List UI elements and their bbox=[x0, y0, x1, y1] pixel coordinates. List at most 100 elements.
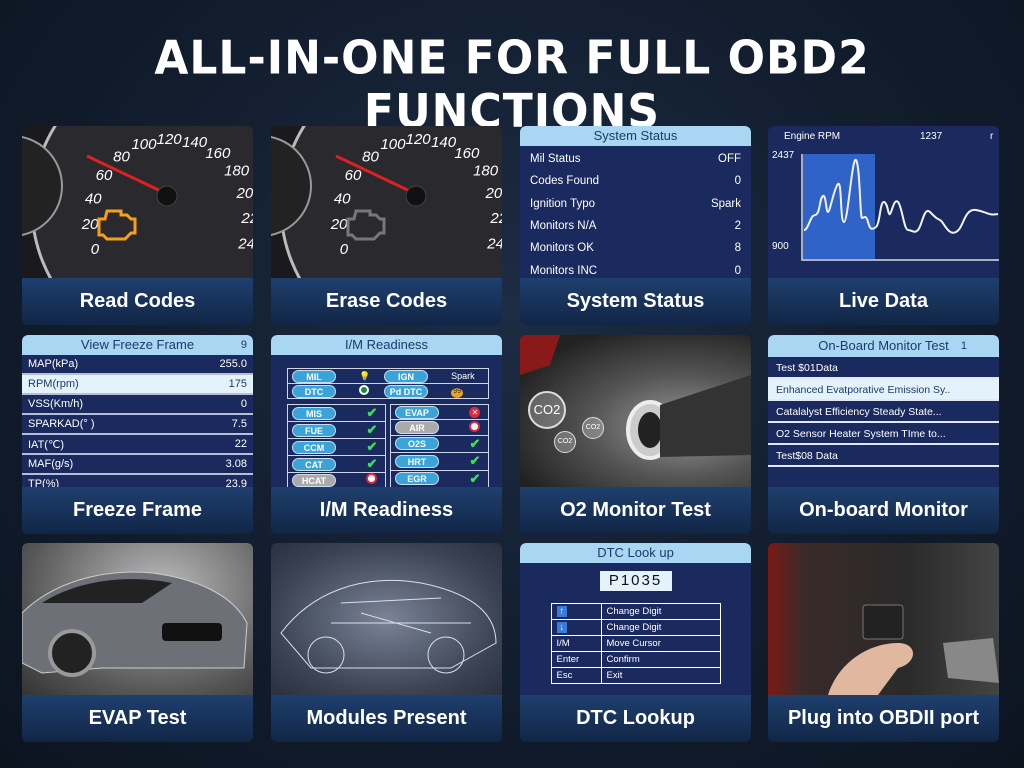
status-key: Monitors N/A bbox=[530, 220, 597, 233]
monitor-pill: O2S bbox=[395, 437, 439, 451]
key-name: Enter bbox=[550, 651, 602, 668]
card-evap-test: EVAP Test bbox=[22, 543, 253, 742]
freeze-row[interactable]: MAP(kPa) 255.0 bbox=[22, 355, 253, 375]
card-label: Plug into OBDII port bbox=[768, 695, 999, 742]
card-modules-present: Modules Present bbox=[271, 543, 502, 742]
monitor-pill: HRT bbox=[395, 454, 439, 468]
card-erase-codes: 0 20 40 6080100120140160180 200 220 240 Erase … bbox=[271, 126, 502, 325]
monitor-item[interactable]: Test $01Data bbox=[768, 357, 999, 379]
card-plug-obd: Plug into OBDII port bbox=[768, 543, 999, 742]
card-read-codes: 0 20 40 6080100120140160180 200 220 240 Read C… bbox=[22, 126, 253, 325]
dtc-status-icon bbox=[355, 383, 381, 399]
monitor-pill: EVAP bbox=[395, 405, 439, 419]
key-label: Enter bbox=[556, 654, 580, 665]
status-value: 0 bbox=[734, 175, 741, 188]
card-live-data: Engine RPM 1237 r 2437 900 Live Data bbox=[768, 126, 999, 325]
check-icon: ✔ bbox=[358, 455, 386, 473]
header-count: 9 bbox=[240, 339, 247, 351]
arrow-up-icon: ↑ bbox=[556, 606, 568, 617]
im-right-table: EVAP ✕ AIR O2S ✔ HRT ✔ EGR ✔ bbox=[390, 404, 489, 487]
monitor-pill: MIS bbox=[292, 406, 336, 420]
monitor-item[interactable]: Test$08 Data bbox=[768, 445, 999, 467]
gauge-tick-label: 140 bbox=[182, 134, 208, 151]
freeze-row[interactable]: VSS(Km/h) 0 bbox=[22, 395, 253, 415]
status-key: Ignition Typo bbox=[530, 197, 596, 210]
gauge-tick-label: 120 bbox=[406, 131, 432, 148]
status-value: 0 bbox=[734, 264, 741, 277]
status-key: Mil Status bbox=[530, 153, 581, 166]
key-row: ↓ Change Digit bbox=[550, 619, 721, 636]
monitor-item[interactable]: O2 Sensor Heater System TIme to... bbox=[768, 423, 999, 445]
freeze-row[interactable]: TP(%) 23.9 bbox=[22, 475, 253, 487]
status-row: Monitors N/A 2 bbox=[520, 215, 751, 237]
freeze-row[interactable]: MAF(g/s) 3.08 bbox=[22, 455, 253, 475]
gauge-tick-label: 200 bbox=[485, 185, 502, 202]
header-count: 1 bbox=[960, 340, 967, 352]
monitor-pill: CAT bbox=[292, 457, 336, 471]
check-icon: ✔ bbox=[461, 452, 489, 471]
arrow-down-icon: ↓ bbox=[556, 622, 568, 633]
co2-bubble: CO2 bbox=[554, 431, 576, 453]
key-label: Esc bbox=[556, 670, 573, 681]
gauge-tick-label: 200 bbox=[236, 185, 253, 202]
not-supported-icon bbox=[358, 472, 386, 487]
co2-bubble: CO2 bbox=[582, 417, 604, 439]
pddtc-pill: Pd DTC bbox=[384, 384, 429, 398]
gauge-tick-label: 60 bbox=[96, 167, 113, 184]
check-icon: ✔ bbox=[358, 438, 386, 456]
screen-header: On-Board Monitor Test 1 bbox=[768, 335, 999, 357]
param-name: IAT(℃) bbox=[28, 438, 64, 451]
key-action: Exit bbox=[600, 667, 721, 684]
status-row: Monitors OK 8 bbox=[520, 237, 751, 259]
status-key: Monitors INC bbox=[530, 264, 598, 277]
key-name: ↑ bbox=[550, 603, 602, 620]
monitor-item[interactable]: Catalalyst Efficiency Steady State... bbox=[768, 401, 999, 423]
card-label: Freeze Frame bbox=[22, 487, 253, 534]
gauge-tick-label: 0 bbox=[91, 241, 100, 258]
dtc-code-field[interactable]: P1035 bbox=[599, 571, 672, 591]
ign-pill: IGN bbox=[384, 369, 429, 383]
freeze-row[interactable]: SPARKAD(° ) 7.5 bbox=[22, 415, 253, 435]
key-label: I/M bbox=[556, 638, 570, 649]
check-icon: ✔ bbox=[358, 421, 386, 439]
param-name: TP(%) bbox=[28, 478, 60, 487]
card-label: Modules Present bbox=[271, 695, 502, 742]
car-image bbox=[22, 543, 253, 695]
screen-header: I/M Readiness bbox=[271, 335, 502, 355]
monitor-pill: AIR bbox=[395, 421, 439, 435]
key-name: I/M bbox=[550, 635, 602, 652]
key-row: I/M Move Cursor bbox=[550, 635, 721, 652]
gauge-tick-label: 40 bbox=[334, 190, 351, 207]
freeze-row[interactable]: IAT(℃) 22 bbox=[22, 435, 253, 455]
card-label: I/M Readiness bbox=[271, 487, 502, 534]
key-row: ↑ Change Digit bbox=[550, 603, 721, 620]
gauge-tick-label: 20 bbox=[330, 216, 348, 233]
dtc-pill: DTC bbox=[292, 384, 336, 398]
gauge-image: 0 20 40 6080100120140160180 200 220 240 bbox=[22, 126, 253, 278]
key-name: ↓ bbox=[550, 619, 602, 636]
monitor-pill: FUE bbox=[292, 423, 336, 437]
monitor-item[interactable]: Enhanced Evatporative Emission Sy.. bbox=[768, 379, 999, 401]
status-row: Ignition Typo Spark bbox=[520, 193, 751, 215]
gauge-tick-label: 240 bbox=[486, 236, 502, 253]
gauge-tick-label: 140 bbox=[431, 134, 457, 151]
gauge-tick-label: 120 bbox=[157, 131, 183, 148]
monitor-pill: CCM bbox=[292, 440, 336, 454]
gauge-tick-label: 80 bbox=[113, 148, 130, 165]
gauge-image: 0 20 40 6080100120140160180 200 220 240 bbox=[271, 126, 502, 278]
screen-header: View Freeze Frame 9 bbox=[22, 335, 253, 355]
mil-pill: MIL bbox=[292, 369, 336, 383]
page-title: ALL-IN-ONE FOR FULL OBD2 FUNCTIONS bbox=[154, 31, 870, 139]
gauge-tick-label: 100 bbox=[131, 136, 157, 153]
card-label: O2 Monitor Test bbox=[520, 487, 751, 534]
key-action: Change Digit bbox=[600, 603, 721, 620]
car-xray-image bbox=[271, 543, 502, 695]
card-im-readiness: I/M Readiness MIL 💡 IGN Spark DTC Pd DTC 99 M… bbox=[271, 335, 502, 534]
param-name: RPM(rpm) bbox=[28, 378, 79, 390]
freeze-row[interactable]: RPM(rpm) 175 bbox=[22, 375, 253, 395]
param-value: 255.0 bbox=[219, 358, 247, 370]
card-system-status: System Status Mil Status OFF Codes Found 0 I… bbox=[520, 126, 751, 325]
param-name: SPARKAD(° ) bbox=[28, 418, 95, 430]
check-icon: ✔ bbox=[461, 435, 489, 454]
monitor-pill: HCAT bbox=[292, 473, 336, 487]
